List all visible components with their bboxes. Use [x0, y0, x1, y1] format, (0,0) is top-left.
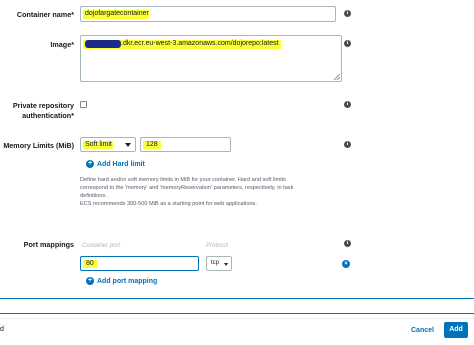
memory-help-line: ECS recommends 300-500 MiB as a starting… [80, 201, 257, 207]
info-icon[interactable]: i [344, 101, 351, 108]
info-icon[interactable]: i [344, 141, 351, 148]
add-hard-limit-link[interactable]: Add Hard limit [97, 161, 145, 168]
footer-left-text: d [0, 326, 4, 333]
info-icon[interactable]: i [344, 40, 351, 47]
protocol-select[interactable]: tcp [206, 256, 232, 271]
memory-limit-input[interactable]: 128 [140, 137, 231, 152]
add-port-mapping-icon[interactable]: + [86, 277, 94, 285]
image-value: .dkr.ecr.eu-west-3.amazonaws.com/dojorep… [121, 40, 279, 47]
memory-limits-label: Memory Limits (MiB) [3, 141, 74, 150]
add-hard-limit-icon[interactable]: + [86, 160, 94, 168]
port-mappings-label: Port mappings [23, 240, 74, 249]
container-port-value: 80 [86, 260, 94, 267]
private-repo-label-line2: authentication* [22, 111, 74, 120]
image-textarea[interactable]: .dkr.ecr.eu-west-3.amazonaws.com/dojorep… [80, 35, 342, 82]
container-name-input[interactable]: dojofargatecontainer [80, 6, 336, 22]
remove-port-mapping-icon[interactable]: × [342, 260, 350, 268]
chevron-down-icon [224, 263, 228, 266]
memory-limit-value: 128 [146, 141, 158, 148]
info-icon[interactable]: i [344, 10, 351, 17]
resize-handle[interactable] [334, 74, 340, 80]
cancel-button[interactable]: Cancel [411, 327, 434, 334]
image-label: Image* [50, 40, 74, 49]
footer-divider [0, 318, 474, 319]
protocol-value: tcp [211, 260, 220, 266]
container-port-input[interactable]: 80 [80, 256, 199, 271]
memory-help-line: Define hard and/or soft memory limits in… [80, 177, 286, 183]
redacted-scribble [85, 40, 121, 48]
memory-help-line: definitions. [80, 193, 107, 199]
private-repo-checkbox[interactable] [80, 101, 87, 108]
add-port-mapping-link[interactable]: Add port mapping [97, 278, 157, 285]
protocol-placeholder: Protocol [206, 243, 229, 249]
memory-limit-type-select[interactable]: Soft limit [80, 137, 136, 152]
private-repo-label-line1: Private repository [12, 101, 74, 110]
container-name-value: dojofargatecontainer [85, 10, 149, 17]
memory-help-line: correspond to the 'memory' and 'memoryRe… [80, 185, 294, 191]
info-icon[interactable]: i [344, 240, 351, 247]
chevron-down-icon [125, 143, 131, 147]
add-button[interactable]: Add [444, 322, 468, 338]
container-port-placeholder: Container port [82, 243, 121, 249]
limit-type-value: Soft limit [85, 141, 112, 148]
container-name-label: Container name* [16, 10, 74, 19]
section-divider-bar [0, 298, 474, 314]
